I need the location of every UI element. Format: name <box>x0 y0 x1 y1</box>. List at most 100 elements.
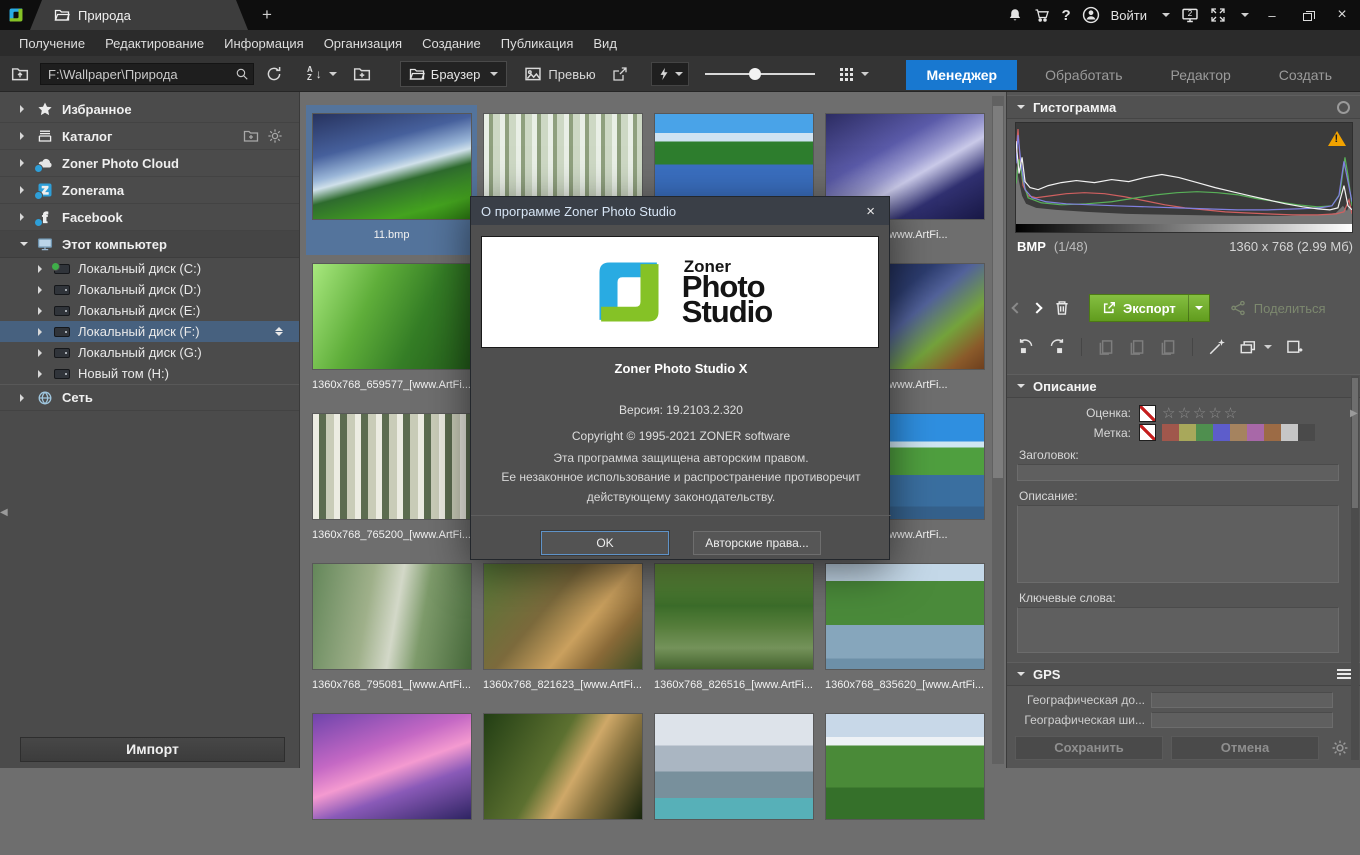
thumbnail-cell[interactable]: 11.bmp <box>306 105 477 255</box>
quick-edit-button[interactable] <box>651 62 689 86</box>
thumbnail-cell[interactable] <box>648 705 819 855</box>
thumbnail-cell[interactable] <box>819 705 990 855</box>
workspace-tab[interactable]: Менеджер <box>906 60 1017 90</box>
thumbnail-image[interactable] <box>312 563 472 670</box>
add-folder-icon[interactable] <box>243 128 259 144</box>
thumbnail-image[interactable] <box>825 563 985 670</box>
expand-arrow-icon[interactable] <box>38 370 46 378</box>
thumbnail-image[interactable] <box>312 713 472 820</box>
thumbnail-cell[interactable]: 1360x768_826516_[www.ArtFi... <box>648 555 819 705</box>
share-button[interactable]: Поделиться <box>1230 300 1326 316</box>
slider-knob[interactable] <box>749 68 761 80</box>
histogram-mode-icon[interactable] <box>1337 101 1350 114</box>
longitude-input[interactable] <box>1151 692 1333 708</box>
sort-button[interactable]: AZ ↓ <box>302 62 342 86</box>
rotate-right-icon[interactable] <box>1048 338 1066 356</box>
sidebar-drive-item[interactable]: Локальный диск (G:) <box>0 342 299 363</box>
sidebar-drive-item[interactable]: Локальный диск (E:) <box>0 300 299 321</box>
search-icon[interactable] <box>235 67 249 81</box>
thumbnail-image[interactable] <box>483 713 643 820</box>
thumbnail-cell[interactable] <box>306 705 477 855</box>
scrollbar-thumb[interactable] <box>1352 378 1358 508</box>
menu-item[interactable]: Получение <box>10 32 94 55</box>
title-field-input[interactable] <box>1017 464 1339 481</box>
sidebar-item-this-computer[interactable]: Этот компьютер <box>0 231 299 258</box>
thumbnail-image[interactable] <box>312 263 472 370</box>
previous-image-button[interactable] <box>1011 302 1022 313</box>
thumbnail-image[interactable] <box>312 113 472 220</box>
next-image-button[interactable] <box>1031 302 1042 313</box>
gps-menu-icon[interactable] <box>1337 669 1351 679</box>
workspace-tab[interactable]: Редактор <box>1151 60 1251 90</box>
thumbnail-image[interactable] <box>312 413 472 520</box>
expand-arrow-icon[interactable] <box>20 132 28 140</box>
batch-one-icon[interactable] <box>1159 338 1177 356</box>
cart-icon[interactable] <box>1034 7 1050 23</box>
expand-arrow-icon[interactable] <box>38 349 46 357</box>
menu-item[interactable]: Вид <box>584 32 626 55</box>
panel-settings-gear-icon[interactable] <box>1331 739 1349 757</box>
sidebar-item-network[interactable]: Сеть <box>0 384 299 411</box>
color-label-swatch[interactable] <box>1196 424 1213 441</box>
add-card-icon[interactable] <box>1285 338 1303 356</box>
color-label-swatch[interactable] <box>1230 424 1247 441</box>
cancel-button[interactable]: Отмена <box>1171 736 1319 760</box>
gps-section-header[interactable]: GPS <box>1007 662 1360 686</box>
thumbnail-image[interactable] <box>483 563 643 670</box>
second-display-button[interactable]: 2 <box>1181 6 1199 24</box>
folder-up-button[interactable] <box>6 61 34 87</box>
open-external-button[interactable] <box>607 62 633 86</box>
new-tab-button[interactable]: + <box>256 4 278 26</box>
menu-item[interactable]: Редактирование <box>96 32 213 55</box>
no-rating-box[interactable] <box>1139 405 1156 422</box>
import-button[interactable]: Импорт <box>20 737 285 762</box>
sort-updown-icon[interactable] <box>275 323 283 340</box>
sidebar-item-zonerama[interactable]: Zonerama <box>0 177 299 204</box>
export-dropdown[interactable] <box>1188 295 1209 321</box>
sign-in-button[interactable]: Войти <box>1111 8 1147 23</box>
copy-previous-icon[interactable] <box>1097 338 1115 356</box>
color-label-swatch[interactable] <box>1162 424 1179 441</box>
copyrights-button[interactable]: Авторские права... <box>693 531 821 555</box>
sidebar-item-catalog[interactable]: Каталог <box>0 123 299 150</box>
sidebar-drive-item[interactable]: Локальный диск (C:) <box>0 258 299 279</box>
sidebar-item-facebook[interactable]: Facebook <box>0 204 299 231</box>
latitude-input[interactable] <box>1151 712 1333 728</box>
description-section-header[interactable]: Описание <box>1007 374 1360 398</box>
save-button[interactable]: Сохранить <box>1015 736 1163 760</box>
panel-scrollbar[interactable] <box>1351 376 1359 760</box>
color-label-swatch[interactable] <box>1179 424 1196 441</box>
workspace-tab[interactable]: Обработать <box>1025 60 1142 90</box>
new-folder-button[interactable] <box>348 61 376 87</box>
expand-arrow-icon[interactable] <box>20 159 28 167</box>
rating-stars[interactable]: ☆☆☆☆☆ <box>1162 404 1239 422</box>
vertical-scrollbar[interactable] <box>992 96 1004 764</box>
fullscreen-caret-icon[interactable] <box>1241 13 1249 21</box>
presets-caret-icon[interactable] <box>1264 345 1272 353</box>
collapse-arrow-icon[interactable] <box>20 242 28 250</box>
thumbnail-image[interactable] <box>654 563 814 670</box>
document-tab[interactable]: Природа <box>30 0 248 30</box>
menu-item[interactable]: Информация <box>215 32 313 55</box>
description-field-textarea[interactable] <box>1017 505 1339 583</box>
browser-mode-dropdown[interactable]: Браузер <box>400 61 508 87</box>
expand-arrow-icon[interactable] <box>20 186 28 194</box>
expand-arrow-icon[interactable] <box>20 105 28 113</box>
color-label-swatch[interactable] <box>1247 424 1264 441</box>
notifications-bell-icon[interactable] <box>1007 7 1023 23</box>
minimize-button[interactable]: – <box>1260 8 1284 23</box>
thumbnail-cell[interactable]: 1360x768_821623_[www.ArtFi... <box>477 555 648 705</box>
workspace-tab[interactable]: Создать <box>1259 60 1352 90</box>
rotate-left-icon[interactable] <box>1017 338 1035 356</box>
view-grid-button[interactable] <box>835 63 874 85</box>
collapse-panel-left-arrow[interactable]: ◀ <box>0 507 8 518</box>
preview-button[interactable]: Превью <box>519 61 600 87</box>
expand-arrow-icon[interactable] <box>38 265 46 273</box>
ok-button[interactable]: OK <box>541 531 669 555</box>
no-color-label-box[interactable] <box>1139 424 1156 441</box>
gear-icon[interactable] <box>267 128 283 144</box>
menu-item[interactable]: Публикация <box>492 32 583 55</box>
presets-stack-icon[interactable] <box>1239 338 1257 356</box>
close-button[interactable]: × <box>1330 6 1354 24</box>
clipping-warning-icon[interactable] <box>1328 131 1346 146</box>
